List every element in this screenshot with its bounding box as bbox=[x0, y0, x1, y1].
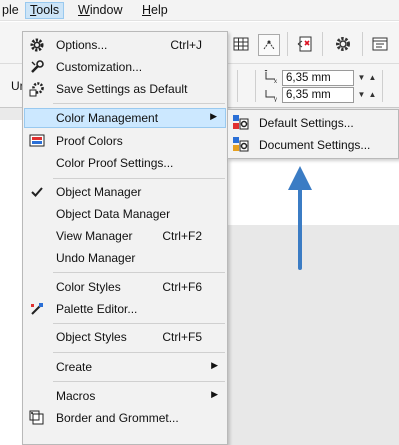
nudge-y-icon: y bbox=[262, 88, 280, 102]
menu-item-label: Color Management bbox=[56, 111, 159, 125]
nudge-x-up-icon[interactable]: ▲ bbox=[367, 70, 378, 86]
nudge-x-field[interactable]: 6,35 mm bbox=[282, 70, 354, 86]
table-icon[interactable] bbox=[232, 35, 250, 53]
menu-item-border-and-grommet[interactable]: Border and Grommet... bbox=[24, 408, 226, 428]
menu-tools-rest: ools bbox=[36, 3, 60, 17]
menu-item-macros[interactable]: Macros ▶ bbox=[24, 386, 226, 406]
menu-item-object-manager[interactable]: Object Manager bbox=[24, 182, 226, 202]
settings-gear-icon[interactable] bbox=[334, 35, 352, 53]
menu-help-rest: elp bbox=[151, 3, 168, 17]
menu-item-customization[interactable]: Customization... bbox=[24, 57, 226, 77]
menu-item-label: Proof Colors bbox=[56, 134, 123, 148]
svg-text:x: x bbox=[274, 79, 277, 84]
menu-item-color-management[interactable]: Color Management ▶ bbox=[24, 108, 226, 128]
color-management-submenu: Default Settings... Document Settings... bbox=[227, 109, 399, 159]
menu-window[interactable]: Window bbox=[74, 2, 126, 19]
menu-item-label: Object Data Manager bbox=[56, 207, 171, 221]
menu-separator bbox=[53, 381, 225, 382]
submenu-item-default-settings[interactable]: Default Settings... bbox=[229, 112, 398, 134]
snap-icon[interactable] bbox=[258, 34, 280, 56]
menu-item-label: Object Styles bbox=[56, 330, 127, 344]
palette-editor-icon bbox=[28, 300, 46, 318]
menu-tools[interactable]: Tools bbox=[25, 2, 65, 19]
menu-item-shortcut: Ctrl+F2 bbox=[162, 229, 202, 243]
menu-item-label: Create bbox=[56, 360, 93, 374]
submenu-arrow-icon: ▶ bbox=[211, 360, 218, 370]
menu-item-shortcut: Ctrl+J bbox=[170, 38, 202, 52]
submenu-item-label: Document Settings... bbox=[259, 138, 371, 152]
wrench-icon bbox=[28, 58, 46, 76]
toolbar-divider bbox=[362, 32, 363, 56]
nudge-x-down-icon[interactable]: ▼ bbox=[356, 70, 367, 86]
menu-separator bbox=[53, 103, 225, 104]
menu-item-create[interactable]: Create ▶ bbox=[24, 357, 226, 377]
menu-item-undo-manager[interactable]: Undo Manager bbox=[24, 248, 226, 268]
toolbar-divider bbox=[382, 70, 383, 102]
menu-separator bbox=[53, 272, 225, 273]
window-layout-icon[interactable] bbox=[371, 35, 389, 53]
border-grommet-icon bbox=[28, 409, 46, 427]
color-settings-icon bbox=[232, 114, 250, 132]
menu-item-label: Options... bbox=[56, 38, 108, 52]
nudge-y-down-icon[interactable]: ▼ bbox=[356, 87, 367, 103]
submenu-item-document-settings[interactable]: Document Settings... bbox=[229, 134, 398, 156]
menu-item-color-styles[interactable]: Color Styles Ctrl+F6 bbox=[24, 277, 226, 297]
svg-text:y: y bbox=[274, 97, 277, 102]
menu-item-label: View Manager bbox=[56, 229, 133, 243]
toolbar-divider bbox=[237, 70, 238, 102]
menu-item-label: Save Settings as Default bbox=[56, 82, 188, 96]
menu-item-shortcut: Ctrl+F5 bbox=[162, 330, 202, 344]
menu-separator bbox=[53, 323, 225, 324]
menu-item-label: Macros bbox=[56, 389, 96, 403]
nudge-y-field[interactable]: 6,35 mm bbox=[282, 87, 354, 103]
menu-item-label: Object Manager bbox=[56, 185, 142, 199]
menu-window-rest: indow bbox=[89, 3, 123, 17]
proof-colors-icon bbox=[28, 132, 46, 150]
menu-item-label: Undo Manager bbox=[56, 251, 136, 265]
menu-item-shortcut: Ctrl+F6 bbox=[162, 280, 202, 294]
menu-file-partial[interactable]: ple bbox=[0, 2, 23, 19]
checkmark-icon bbox=[28, 183, 46, 201]
menu-item-save-settings-as-default[interactable]: Save Settings as Default bbox=[24, 79, 226, 99]
nudge-x-icon: x bbox=[262, 70, 280, 84]
menu-item-label: Border and Grommet... bbox=[56, 411, 179, 425]
document-color-settings-icon bbox=[232, 136, 250, 154]
menu-item-color-proof-settings[interactable]: Color Proof Settings... bbox=[24, 153, 226, 173]
menu-item-object-data-manager[interactable]: Object Data Manager bbox=[24, 204, 226, 224]
delete-page-icon[interactable] bbox=[296, 35, 314, 53]
menu-item-view-manager[interactable]: View Manager Ctrl+F2 bbox=[24, 226, 226, 246]
toolbar-divider bbox=[322, 32, 323, 56]
menu-help[interactable]: Help bbox=[138, 2, 172, 19]
gear-icon bbox=[28, 36, 46, 54]
toolbar-divider bbox=[287, 32, 288, 56]
toolbar-divider bbox=[255, 70, 256, 102]
menu-item-proof-colors[interactable]: Proof Colors bbox=[24, 131, 226, 151]
menu-item-label: Palette Editor... bbox=[56, 302, 138, 316]
nudge-y-up-icon[interactable]: ▲ bbox=[367, 87, 378, 103]
submenu-item-label: Default Settings... bbox=[259, 116, 354, 130]
submenu-arrow-icon: ▶ bbox=[210, 111, 217, 121]
menu-separator bbox=[53, 352, 225, 353]
annotation-arrow bbox=[288, 166, 312, 270]
menu-item-palette-editor[interactable]: Palette Editor... bbox=[24, 299, 226, 319]
tools-menu: Options... Ctrl+J Customization... Save … bbox=[22, 31, 228, 445]
menu-item-options[interactable]: Options... Ctrl+J bbox=[24, 35, 226, 55]
menu-item-label: Color Styles bbox=[56, 280, 121, 294]
menu-item-label: Customization... bbox=[56, 60, 143, 74]
menu-item-object-styles[interactable]: Object Styles Ctrl+F5 bbox=[24, 327, 226, 347]
submenu-arrow-icon: ▶ bbox=[211, 389, 218, 399]
menu-item-label: Color Proof Settings... bbox=[56, 156, 174, 170]
menu-bar: ple Tools Window Help bbox=[0, 0, 399, 21]
gear-save-icon bbox=[28, 80, 46, 98]
menu-separator bbox=[53, 178, 225, 179]
